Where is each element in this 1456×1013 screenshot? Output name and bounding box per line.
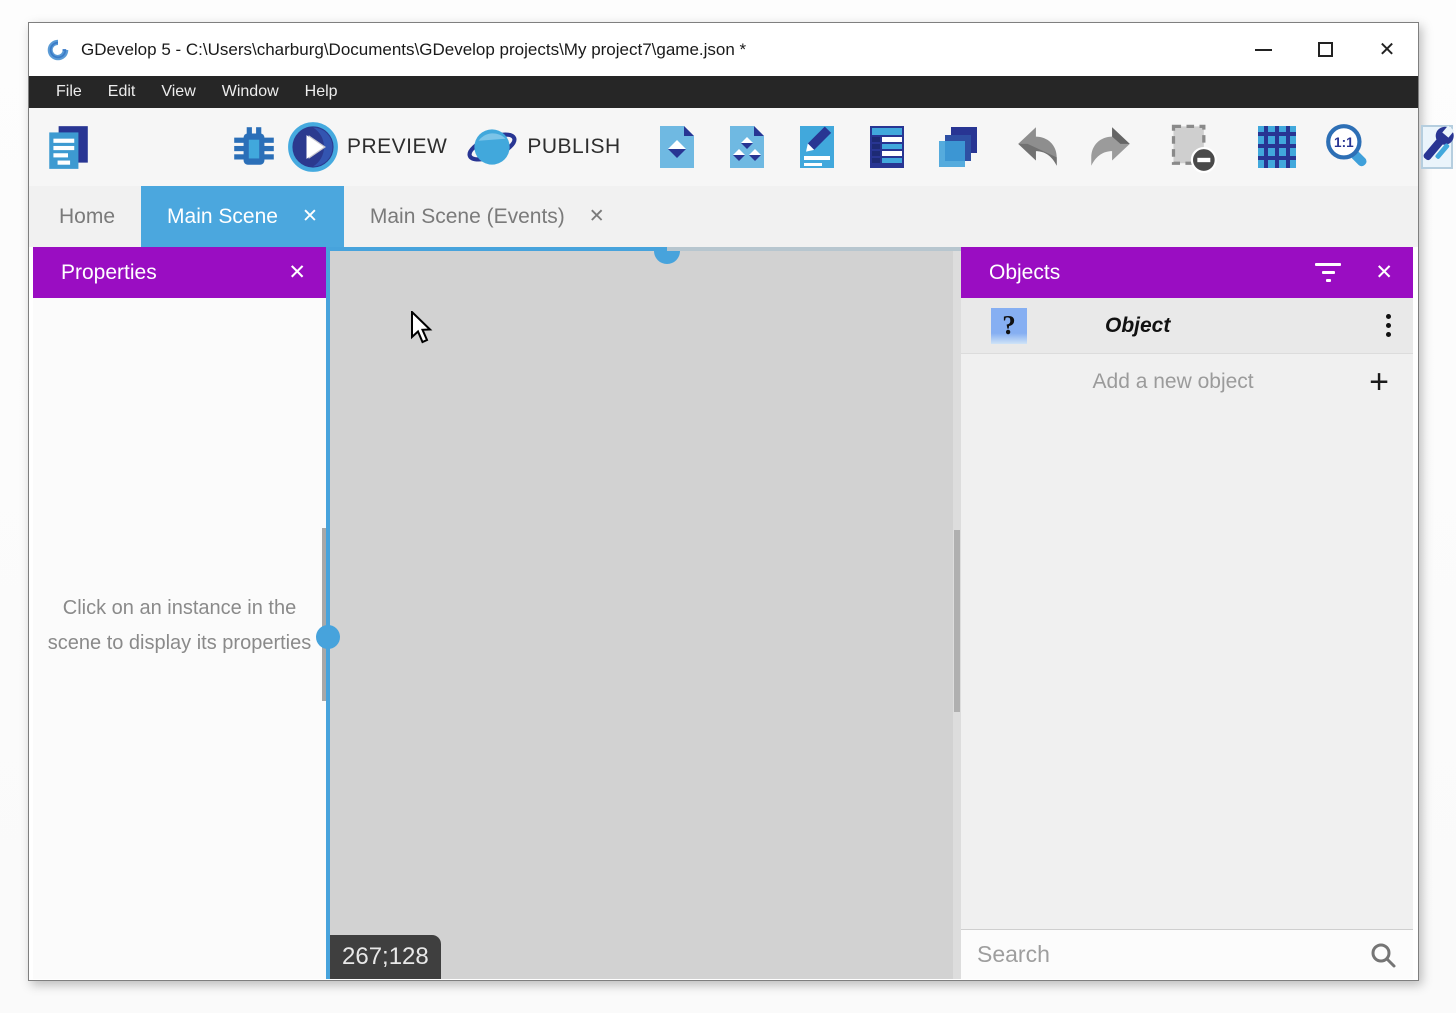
- menu-window[interactable]: Window: [209, 76, 292, 108]
- project-manager-icon: [43, 122, 93, 172]
- desktop-background: GDevelop 5 - C:\Users\charburg\Documents…: [0, 0, 1456, 1013]
- toolbar: PREVIEW PUBLISH: [29, 108, 1418, 186]
- window-controls: ✕: [1232, 23, 1418, 76]
- objects-panel: Objects ✕ ? Object Add a new object +: [961, 247, 1413, 979]
- resize-handle-top[interactable]: [654, 251, 680, 264]
- canvas-scrollbar-track[interactable]: [953, 251, 961, 979]
- redo-icon: [1085, 122, 1135, 172]
- title-bar: GDevelop 5 - C:\Users\charburg\Documents…: [29, 23, 1418, 76]
- undo-button[interactable]: [1009, 118, 1067, 176]
- window-title: GDevelop 5 - C:\Users\charburg\Documents…: [81, 40, 746, 60]
- filter-icon[interactable]: [1315, 263, 1341, 282]
- menu-view[interactable]: View: [148, 76, 208, 108]
- scene-border-top-muted: [667, 247, 961, 251]
- add-object-row[interactable]: Add a new object +: [961, 354, 1413, 410]
- open-events-button[interactable]: [859, 119, 915, 175]
- project-manager-button[interactable]: [39, 118, 97, 176]
- resize-handle-left[interactable]: [316, 625, 340, 649]
- scene-border-left: [326, 247, 330, 979]
- redo-button[interactable]: [1081, 118, 1139, 176]
- scene-canvas[interactable]: 267;128: [326, 247, 961, 979]
- gdevelop-logo-icon: [45, 37, 71, 63]
- menu-edit[interactable]: Edit: [95, 76, 149, 108]
- object-thumbnail-icon: ?: [991, 308, 1027, 344]
- zoom-1-1-icon: 1:1: [1323, 122, 1373, 172]
- objects-panel-header: Objects ✕: [961, 247, 1413, 298]
- preview-label: PREVIEW: [347, 135, 447, 159]
- deselect-icon: [1167, 121, 1219, 173]
- properties-pencil-icon: [793, 123, 841, 171]
- objects-editor-icon: [653, 123, 701, 171]
- canvas-scrollbar-thumb[interactable]: [954, 530, 960, 712]
- preview-play-icon: [287, 121, 339, 173]
- objects-search-bar: [961, 929, 1413, 979]
- publish-planet-icon: [465, 121, 519, 173]
- open-scene-properties-button[interactable]: [789, 119, 845, 175]
- properties-close-icon[interactable]: ✕: [288, 260, 306, 285]
- tab-close-icon[interactable]: ✕: [589, 205, 605, 228]
- close-button[interactable]: ✕: [1356, 23, 1418, 76]
- properties-panel-body: Click on an instance in the scene to dis…: [33, 298, 326, 979]
- objects-panel-title: Objects: [989, 261, 1060, 285]
- tab-main-scene-events-label: Main Scene (Events): [370, 205, 565, 229]
- debug-bug-icon: [229, 122, 279, 172]
- tab-main-scene-events[interactable]: Main Scene (Events) ✕: [344, 186, 631, 247]
- events-list-icon: [863, 123, 911, 171]
- zoom-original-button[interactable]: 1:1: [1319, 118, 1377, 176]
- menu-help[interactable]: Help: [292, 76, 351, 108]
- menu-file[interactable]: File: [43, 76, 95, 108]
- object-menu-icon[interactable]: [1382, 310, 1395, 341]
- object-list-item[interactable]: ? Object: [961, 298, 1413, 354]
- tab-close-icon[interactable]: ✕: [302, 205, 318, 228]
- editor-tabs: Home Main Scene ✕ Main Scene (Events) ✕: [29, 186, 1418, 247]
- maximize-icon: [1318, 42, 1333, 57]
- menu-bar: File Edit View Window Help: [29, 76, 1418, 108]
- tab-home[interactable]: Home: [33, 186, 141, 247]
- debug-button[interactable]: [225, 118, 283, 176]
- minimize-button[interactable]: [1232, 23, 1294, 76]
- preview-button[interactable]: PREVIEW: [283, 117, 461, 177]
- object-groups-icon: [723, 123, 771, 171]
- main-area: Properties ✕ Click on an instance in the…: [29, 247, 1418, 980]
- grid-icon: [1253, 123, 1301, 171]
- search-input[interactable]: [977, 941, 1369, 968]
- add-object-label: Add a new object: [985, 370, 1361, 394]
- tab-main-scene-label: Main Scene: [167, 205, 278, 229]
- tab-main-scene[interactable]: Main Scene ✕: [141, 186, 344, 247]
- wrench-icon: [1413, 123, 1456, 171]
- scene-border-top-active: [326, 247, 667, 251]
- minimize-icon: [1255, 49, 1272, 51]
- publish-label: PUBLISH: [527, 135, 620, 159]
- setup-grid-button[interactable]: [1409, 119, 1456, 175]
- layers-icon: [933, 123, 981, 171]
- maximize-button[interactable]: [1294, 23, 1356, 76]
- object-name: Object: [1105, 314, 1170, 338]
- open-object-groups-button[interactable]: [719, 119, 775, 175]
- clear-selection-button[interactable]: [1163, 117, 1223, 177]
- cursor-coordinates-badge: 267;128: [330, 935, 441, 979]
- svg-text:1:1: 1:1: [1334, 135, 1354, 150]
- objects-list-empty-space: [961, 410, 1413, 929]
- tab-home-label: Home: [59, 205, 115, 229]
- publish-button[interactable]: PUBLISH: [461, 117, 634, 177]
- objects-close-icon[interactable]: ✕: [1375, 260, 1393, 285]
- grid-button[interactable]: [1249, 119, 1305, 175]
- search-icon[interactable]: [1369, 941, 1397, 969]
- properties-panel-title: Properties: [61, 261, 157, 285]
- open-layers-button[interactable]: [929, 119, 985, 175]
- app-window: GDevelop 5 - C:\Users\charburg\Documents…: [28, 22, 1419, 981]
- undo-icon: [1013, 122, 1063, 172]
- properties-panel: Properties ✕ Click on an instance in the…: [33, 247, 326, 979]
- plus-icon: +: [1369, 365, 1389, 399]
- mouse-cursor-icon: [410, 311, 436, 347]
- properties-empty-message: Click on an instance in the scene to dis…: [47, 591, 313, 661]
- open-objects-editor-button[interactable]: [649, 119, 705, 175]
- properties-panel-header: Properties ✕: [33, 247, 326, 298]
